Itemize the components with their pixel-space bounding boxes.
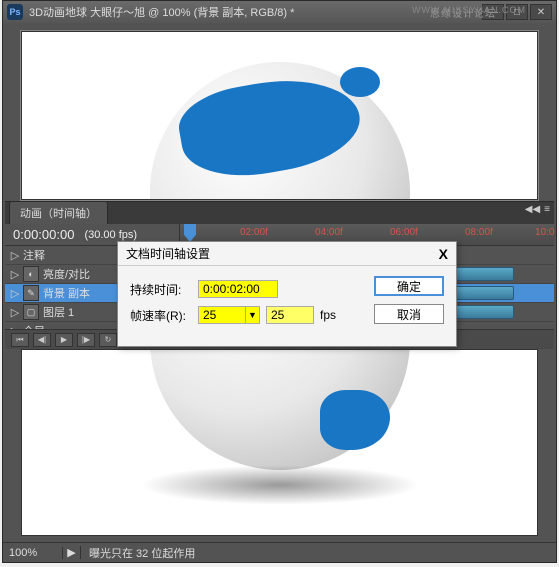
fps-unit-label: fps [320, 308, 336, 322]
dialog-titlebar[interactable]: 文档时间轴设置 X [118, 242, 456, 266]
app-window: Ps 3D动画地球 大眼仔～旭 @ 100% (背景 副本, RGB/8) * … [2, 0, 557, 563]
close-button[interactable]: ✕ [530, 4, 552, 20]
ruler-tick: 04:00f [315, 227, 343, 238]
dialog-close-button[interactable]: X [439, 246, 448, 262]
layer-label: 亮度/对比 [43, 266, 90, 282]
dropdown-arrow-icon[interactable]: ▼ [246, 306, 260, 324]
watermark-url: WWW.MISSYUAN.COM [412, 5, 526, 15]
ruler-tick: 08:00f [465, 227, 493, 238]
layer-thumb-icon: ✎ [23, 285, 39, 301]
continent-shape [340, 67, 380, 97]
globe-graphic [150, 62, 410, 200]
layer-label: 背景 副本 [43, 285, 90, 301]
panel-menu-icon[interactable]: ≡ [544, 204, 550, 215]
photoshop-icon: Ps [7, 4, 23, 20]
ruler-tick: 06:00f [390, 227, 418, 238]
rewind-button[interactable]: ⏮ [11, 333, 29, 347]
layer-thumb-icon: ▢ [23, 304, 39, 320]
canvas-content[interactable] [21, 31, 538, 200]
play-button[interactable]: ▶ [55, 333, 73, 347]
layer-label: 图层 1 [43, 304, 74, 320]
expand-icon[interactable]: ▷ [7, 306, 23, 319]
statusbar: 100% ▶ 曝光只在 32 位起作用 [3, 542, 556, 562]
expand-icon[interactable]: ▷ [7, 249, 23, 262]
statusbar-info: 曝光只在 32 位起作用 [81, 545, 195, 561]
statusbar-expand-icon[interactable]: ▶ [63, 546, 81, 559]
continent-shape [173, 67, 366, 187]
ruler-tick: 02:00f [240, 227, 268, 238]
canvas-lower [9, 349, 550, 542]
ruler-tick: 10:0 [535, 227, 554, 238]
playhead-icon[interactable] [184, 224, 196, 242]
ok-button[interactable]: 确定 [374, 276, 444, 296]
dialog-title-text: 文档时间轴设置 [126, 245, 439, 262]
next-frame-button[interactable]: |▶ [77, 333, 95, 347]
adjustment-icon: ◐ [23, 266, 39, 282]
current-timecode[interactable]: 0:00:00:00 [13, 227, 74, 242]
panel-tabs: 动画（时间轴） ◀◀ ≡ [5, 202, 554, 224]
canvas-upper [9, 25, 550, 200]
fps-display: (30.00 fps) [84, 229, 137, 241]
fps-select[interactable] [198, 306, 246, 324]
loop-button[interactable]: ↻ [99, 333, 117, 347]
panel-collapse-icon[interactable]: ◀◀ [525, 204, 540, 215]
fps-label: 帧速率(R): [130, 307, 192, 324]
canvas-content-lower[interactable] [21, 349, 538, 536]
prev-frame-button[interactable]: ◀| [33, 333, 51, 347]
timeline-settings-dialog: 文档时间轴设置 X 持续时间: 帧速率(R): ▼ fps 确定 取消 [117, 241, 457, 347]
fps-input[interactable] [266, 306, 314, 324]
zoom-level[interactable]: 100% [3, 547, 63, 559]
expand-icon[interactable]: ▷ [7, 287, 23, 300]
duration-input[interactable] [198, 280, 278, 298]
continent-shape [320, 390, 390, 450]
expand-icon[interactable]: ▷ [7, 268, 23, 281]
shadow-graphic [140, 465, 420, 505]
layer-label: 注释 [23, 247, 45, 263]
duration-label: 持续时间: [130, 281, 192, 298]
cancel-button[interactable]: 取消 [374, 304, 444, 324]
tab-timeline[interactable]: 动画（时间轴） [9, 201, 108, 224]
globe-graphic-lower [150, 349, 410, 470]
